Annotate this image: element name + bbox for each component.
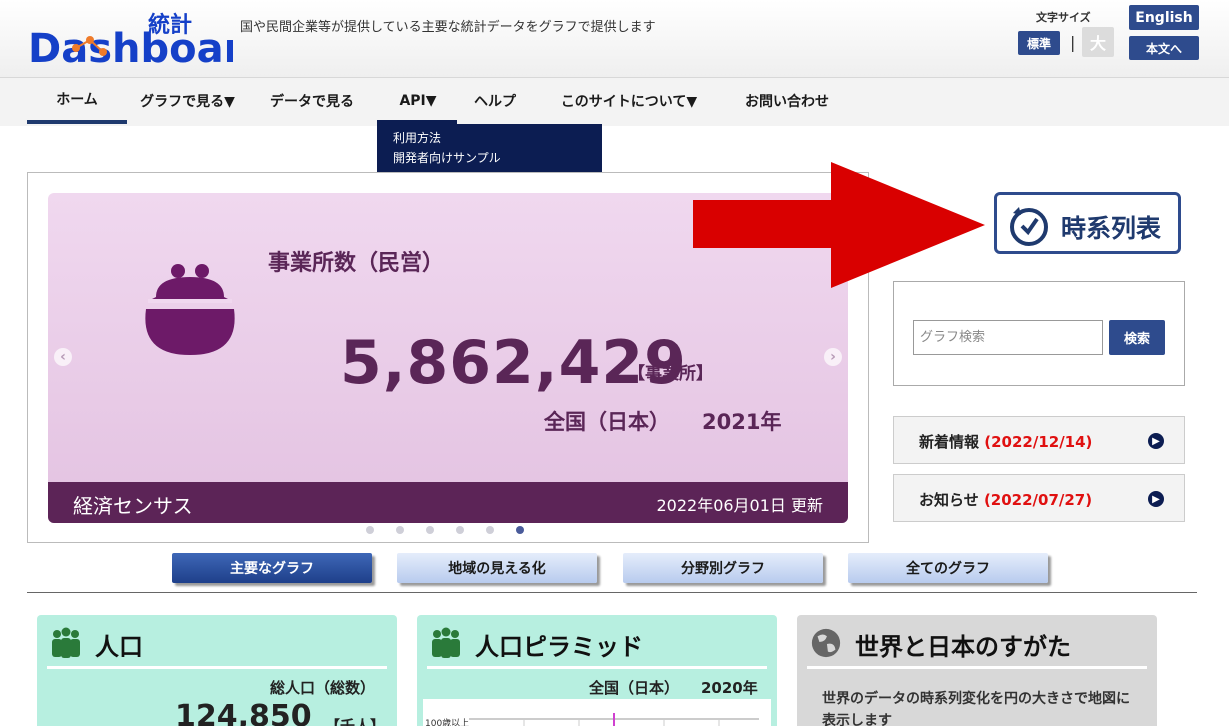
carousel-dot[interactable] bbox=[396, 526, 404, 534]
carousel-prev-button[interactable]: ‹ bbox=[54, 348, 72, 366]
clock-icon bbox=[1010, 207, 1048, 246]
svg-text:Dashboard: Dashboard bbox=[28, 26, 233, 68]
font-size-separator: | bbox=[1070, 33, 1076, 52]
tab-all-graphs[interactable]: 全てのグラフ bbox=[848, 553, 1048, 583]
purse-icon bbox=[145, 264, 235, 355]
dashboard-logo[interactable]: Dashboard 統計 bbox=[28, 10, 233, 68]
news-label-group: 新着情報 (2022/12/14) bbox=[919, 431, 1092, 452]
population-card[interactable]: 人口 総人口（総数） 124,850 【千人】 bbox=[37, 615, 397, 726]
english-button[interactable]: English bbox=[1129, 5, 1199, 30]
tab-regional[interactable]: 地域の見える化 bbox=[397, 553, 597, 583]
chevron-right-icon: ▶ bbox=[1148, 491, 1164, 507]
news-label: 新着情報 bbox=[919, 433, 980, 451]
notice-date: (2022/07/27) bbox=[983, 491, 1093, 509]
nav-help[interactable]: ヘルプ bbox=[462, 78, 528, 124]
population-title: 人口 bbox=[95, 633, 143, 661]
api-menu-samples[interactable]: 開発者向けサンプル bbox=[393, 148, 586, 168]
tab-main-graphs[interactable]: 主要なグラフ bbox=[172, 553, 372, 583]
world-card[interactable]: 世界と日本のすがた 世界のデータの時系列変化を円の大きさで地図に表示します bbox=[797, 615, 1157, 726]
pyramid-year: 2020年 bbox=[701, 679, 758, 697]
site-header: Dashboard 統計 国や民間企業等が提供している主要な統計データをグラフで… bbox=[0, 0, 1229, 78]
slide-title: 事業所数（民営） bbox=[268, 251, 445, 276]
pyramid-axis-label: 100歳以上 bbox=[425, 719, 470, 726]
site-tagline: 国や民間企業等が提供している主要な統計データをグラフで提供します bbox=[240, 20, 656, 35]
timeseries-button[interactable]: 時系列表 bbox=[994, 192, 1181, 254]
pyramid-chart[interactable]: 100歳以上 bbox=[423, 699, 771, 726]
world-title: 世界と日本のすがた bbox=[855, 633, 1071, 661]
carousel-dot[interactable] bbox=[456, 526, 464, 534]
card-underline bbox=[807, 666, 1147, 669]
notice-label: お知らせ bbox=[919, 491, 979, 509]
chevron-right-icon: ▶ bbox=[1148, 433, 1164, 449]
nav-home[interactable]: ホーム bbox=[27, 78, 127, 124]
slide-year: 2021年 bbox=[702, 410, 782, 434]
slide-unit: 【事業所】 bbox=[628, 364, 713, 384]
card-underline bbox=[47, 666, 387, 669]
nav-graphs[interactable]: グラフで見る▼ bbox=[130, 78, 245, 124]
main-nav: ホーム グラフで見る▼ データで見る API▼ ヘルプ このサイトについて▼ お… bbox=[0, 78, 1229, 126]
population-value: 124,850 bbox=[175, 699, 312, 726]
nav-api[interactable]: API▼ bbox=[380, 78, 456, 124]
globe-icon bbox=[811, 628, 841, 658]
tab-by-field[interactable]: 分野別グラフ bbox=[623, 553, 823, 583]
font-large-button[interactable]: 大 bbox=[1082, 27, 1114, 57]
slide-updated: 2022年06月01日 更新 bbox=[656, 496, 823, 515]
notice-link[interactable]: お知らせ (2022/07/27) ▶ bbox=[893, 474, 1185, 522]
population-unit: 【千人】 bbox=[325, 717, 386, 726]
carousel-next-button[interactable]: › bbox=[824, 348, 842, 366]
timeseries-label: 時系列表 bbox=[1061, 214, 1162, 243]
carousel-dots bbox=[366, 526, 524, 534]
pyramid-region: 全国（日本） bbox=[589, 679, 680, 697]
notice-label-group: お知らせ (2022/07/27) bbox=[919, 489, 1092, 510]
carousel-dot[interactable] bbox=[366, 526, 374, 534]
nav-about[interactable]: このサイトについて▼ bbox=[548, 78, 710, 124]
nav-contact[interactable]: お問い合わせ bbox=[732, 78, 842, 124]
world-description: 世界のデータの時系列変化を円の大きさで地図に表示します bbox=[822, 691, 1130, 726]
font-standard-button[interactable]: 標準 bbox=[1018, 31, 1060, 55]
pyramid-title: 人口ピラミッド bbox=[475, 633, 643, 661]
svg-text:統計: 統計 bbox=[148, 12, 192, 38]
api-dropdown-menu: 利用方法 開発者向けサンプル bbox=[377, 124, 602, 172]
slide-footer: 経済センサス 2022年06月01日 更新 bbox=[48, 482, 848, 523]
api-menu-usage[interactable]: 利用方法 bbox=[393, 128, 586, 148]
skip-to-main-button[interactable]: 本文へ bbox=[1129, 36, 1199, 60]
card-underline bbox=[427, 666, 767, 669]
news-link[interactable]: 新着情報 (2022/12/14) ▶ bbox=[893, 416, 1185, 464]
news-date: (2022/12/14) bbox=[984, 433, 1093, 451]
carousel-dot[interactable] bbox=[426, 526, 434, 534]
people-icon bbox=[52, 627, 80, 658]
pyramid-grid bbox=[469, 713, 759, 726]
red-arrow-annotation bbox=[693, 162, 985, 288]
slide-region: 全国（日本） bbox=[544, 410, 670, 434]
search-button[interactable]: 検索 bbox=[1109, 320, 1165, 355]
carousel-dot-active[interactable] bbox=[516, 526, 524, 534]
nav-data[interactable]: データで見る bbox=[258, 78, 366, 124]
carousel-dot[interactable] bbox=[486, 526, 494, 534]
graph-search-input[interactable] bbox=[913, 320, 1103, 355]
tab-divider bbox=[27, 592, 1197, 593]
font-size-label: 文字サイズ bbox=[1036, 11, 1091, 24]
pyramid-card[interactable]: 人口ピラミッド 全国（日本） 2020年 100歳以上 bbox=[417, 615, 777, 726]
slide-source: 経済センサス bbox=[73, 494, 193, 518]
people-icon bbox=[432, 627, 460, 658]
population-sub: 総人口（総数） bbox=[270, 679, 376, 697]
